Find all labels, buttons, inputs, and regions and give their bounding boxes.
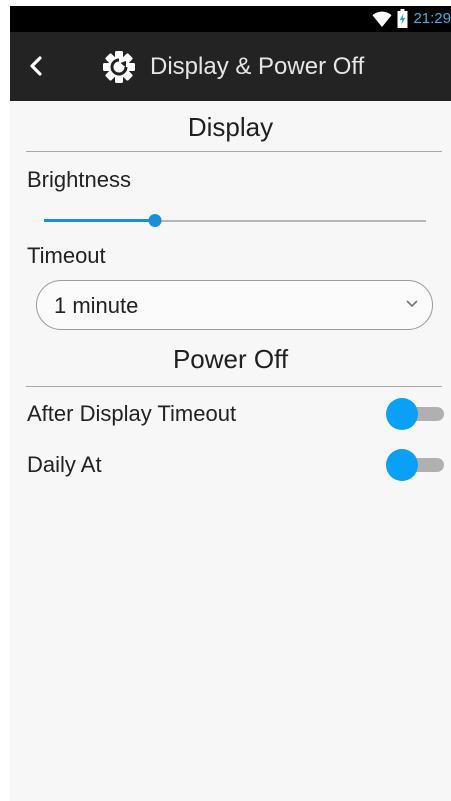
display-divider bbox=[26, 151, 442, 152]
back-button[interactable] bbox=[16, 46, 56, 86]
brightness-label: Brightness bbox=[27, 167, 131, 192]
daily-at-label: Daily At bbox=[27, 452, 102, 477]
status-icons: 21:29 bbox=[372, 9, 451, 28]
status-time: 21:29 bbox=[413, 10, 451, 27]
power-off-section-title: Power Off bbox=[172, 344, 289, 374]
after-display-timeout-toggle[interactable] bbox=[386, 396, 446, 430]
device-screen: 21:29 Display & Power Off Display Bright… bbox=[10, 6, 451, 801]
wifi-icon bbox=[372, 11, 392, 27]
power-off-divider bbox=[26, 386, 442, 387]
chevron-down-icon bbox=[406, 300, 418, 308]
after-display-timeout-label: After Display Timeout bbox=[27, 401, 237, 426]
page-title: Display & Power Off bbox=[150, 53, 365, 80]
toggle-thumb bbox=[386, 398, 418, 430]
chevron-left-icon bbox=[30, 56, 42, 76]
brightness-slider[interactable] bbox=[44, 210, 426, 230]
daily-at-toggle[interactable] bbox=[386, 447, 446, 481]
app-bar: Display & Power Off bbox=[10, 32, 451, 101]
toggle-thumb bbox=[386, 449, 418, 481]
gear-icon bbox=[103, 51, 135, 83]
status-bar: 21:29 bbox=[10, 6, 451, 32]
timeout-label: Timeout bbox=[27, 243, 106, 268]
battery-icon bbox=[397, 9, 408, 28]
display-section-title: Display bbox=[187, 112, 274, 142]
slider-fill bbox=[44, 219, 155, 222]
timeout-select-value: 1 minute bbox=[54, 293, 139, 318]
title-group: Display & Power Off bbox=[102, 50, 364, 84]
slider-thumb[interactable] bbox=[148, 214, 162, 227]
timeout-select[interactable]: 1 minute bbox=[36, 280, 433, 330]
